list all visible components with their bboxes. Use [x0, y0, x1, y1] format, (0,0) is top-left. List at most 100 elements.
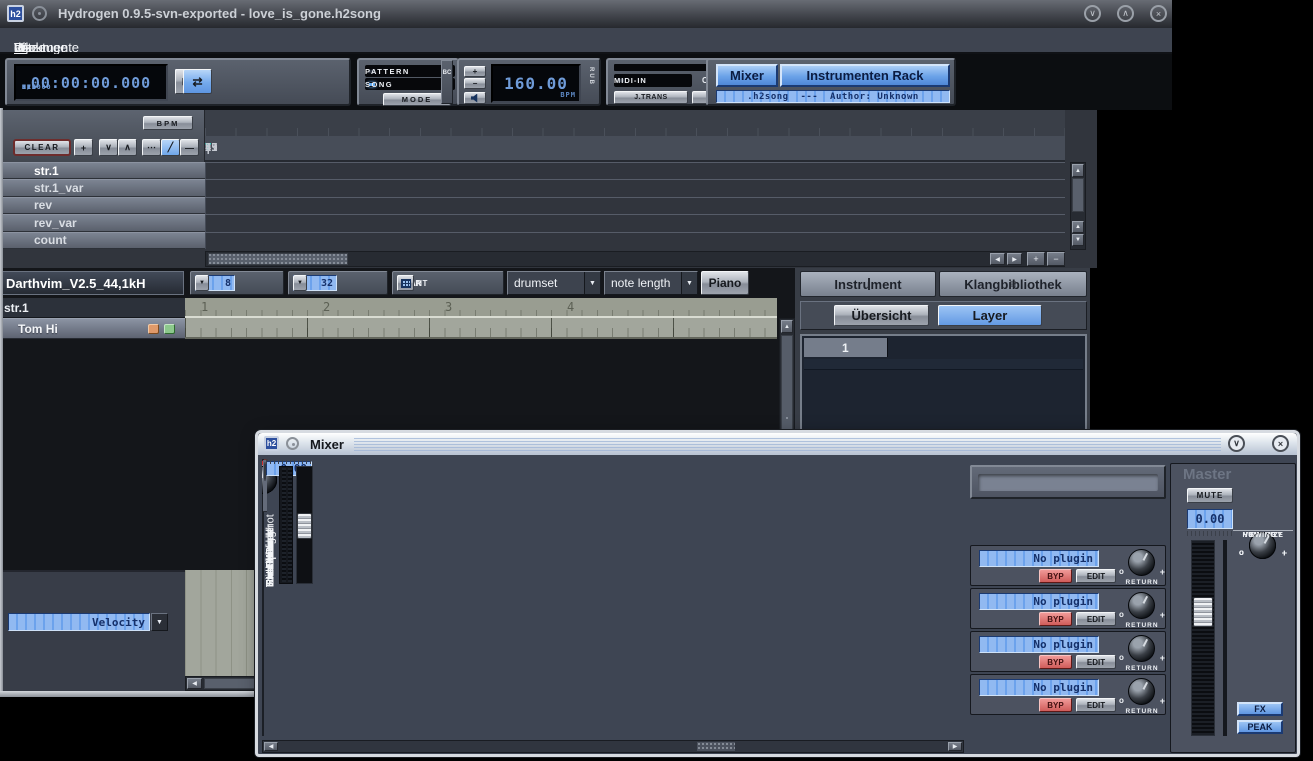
- note-length-dropdown[interactable]: note length ▼: [604, 271, 698, 295]
- song-timeline-ruler[interactable]: 1T|T5|9|13|17|21|25|29|33|T|41|T|49|53|: [205, 136, 1065, 162]
- song-horizontal-scrollbar[interactable]: ◀ ▶ + −: [205, 251, 1065, 267]
- add-pattern-button[interactable]: +: [74, 139, 93, 156]
- scroll-up-button[interactable]: ▲: [1072, 164, 1084, 177]
- layer-header-1[interactable]: 1: [804, 338, 888, 357]
- song-editor: BPM CLEAR + ∨ ∧ ⋯ ╱ — 1T|T5|9|13|17|21|2…: [0, 110, 1097, 268]
- pattern-name-str-1[interactable]: str.1: [0, 162, 205, 179]
- master-mute-button[interactable]: MUTE: [1187, 488, 1233, 503]
- fx-bypass-button[interactable]: BYP: [1039, 698, 1072, 712]
- minimize-button[interactable]: ∨: [1084, 5, 1101, 22]
- pattern-name-rev-var[interactable]: rev_var: [0, 214, 205, 231]
- mixer-horizontal-scrollbar[interactable]: ◀ ▶: [262, 740, 964, 753]
- fx-edit-button[interactable]: EDIT: [1076, 655, 1116, 669]
- scroll-left-button[interactable]: ◀: [990, 253, 1005, 265]
- property-dropdown-button[interactable]: ▼: [151, 613, 168, 631]
- piano-toggle-button[interactable]: Piano: [701, 271, 749, 295]
- song-cell[interactable]: [205, 180, 206, 196]
- beat-counter-strip[interactable]: BC: [441, 60, 453, 104]
- clear-sequence-button[interactable]: CLEAR: [13, 139, 71, 156]
- resolution-dropdown-button[interactable]: ▼: [293, 275, 307, 291]
- layer-button[interactable]: Layer: [938, 305, 1042, 326]
- fx-return-knob[interactable]: [1128, 678, 1155, 705]
- instrument-row-tom-hi[interactable]: Tom Hi: [0, 318, 185, 339]
- fx-bypass-button[interactable]: BYP: [1039, 612, 1072, 626]
- master-fader-knob[interactable]: [1193, 597, 1213, 627]
- strip-fader-knob[interactable]: [297, 513, 312, 539]
- jack-transport-button[interactable]: J.TRANS: [614, 91, 688, 104]
- maximize-button[interactable]: ∧: [1117, 5, 1134, 22]
- fx-edit-button[interactable]: EDIT: [1076, 612, 1116, 626]
- tab-sound-library[interactable]: ≡ Klangbibliothek: [939, 271, 1087, 297]
- bpm-timeline-button[interactable]: BPM: [143, 116, 193, 130]
- scrollbar-handle[interactable]: [208, 253, 348, 265]
- metronome-button[interactable]: [464, 92, 486, 104]
- scroll-right-button[interactable]: ▶: [1007, 253, 1022, 265]
- tab-instrument[interactable]: Instrument: [800, 271, 936, 297]
- draw-mode-button[interactable]: ╱: [161, 139, 180, 156]
- fx-bypass-button[interactable]: BYP: [1039, 655, 1072, 669]
- fx-bypass-button[interactable]: BYP: [1039, 569, 1072, 583]
- bpm-plus-button[interactable]: +: [464, 66, 486, 77]
- pattern-beat-ruler[interactable]: 1234: [185, 298, 777, 318]
- song-cell[interactable]: [205, 198, 206, 214]
- mixer-toggle-button[interactable]: Mixer: [716, 64, 778, 87]
- song-cell[interactable]: [205, 233, 206, 249]
- speaker-icon: [471, 94, 480, 103]
- master-volume-lcd: 0.00: [1187, 509, 1233, 529]
- fx-return-knob[interactable]: [1128, 592, 1155, 619]
- bpm-minus-button[interactable]: −: [464, 78, 486, 89]
- zoom-out-button[interactable]: −: [1047, 252, 1065, 266]
- window-menu-icon[interactable]: [32, 6, 47, 21]
- close-button[interactable]: ×: [1150, 5, 1167, 22]
- input-mode-dropdown[interactable]: drumset ▼: [507, 271, 601, 295]
- song-vertical-scrollbar[interactable]: ▲ ▲ ▼: [1070, 162, 1086, 250]
- scroll-down-button[interactable]: ▼: [1072, 234, 1084, 246]
- close-button[interactable]: ×: [1272, 435, 1289, 452]
- pattern-grid-row-tom-hi[interactable]: [185, 318, 777, 339]
- scroll-up-button[interactable]: ▲: [1072, 221, 1084, 233]
- mixer-titlebar[interactable]: h2 Mixer ∨ ×: [258, 433, 1297, 455]
- zoom-in-button[interactable]: +: [1027, 252, 1045, 266]
- pattern-name-rev[interactable]: rev: [0, 197, 205, 214]
- main-titlebar[interactable]: h2 Hydrogen 0.9.5-svn-exported - love_is…: [0, 0, 1172, 28]
- window-menu-icon[interactable]: [286, 437, 299, 450]
- select-mode-button[interactable]: ⋯: [142, 139, 161, 156]
- scroll-up-button[interactable]: ▲: [781, 320, 793, 333]
- quantize-button[interactable]: [397, 275, 414, 291]
- move-pattern-down-button[interactable]: ∨: [99, 139, 118, 156]
- strip-fader-track[interactable]: [296, 466, 313, 584]
- scroll-left-button[interactable]: ◀: [264, 742, 278, 751]
- loop-button[interactable]: ⇄: [183, 69, 212, 94]
- fx-toggle-button[interactable]: FX: [1237, 702, 1283, 716]
- scroll-left-button[interactable]: ◀: [187, 678, 202, 689]
- chevron-down-icon[interactable]: ▼: [681, 272, 697, 294]
- mixer-window: h2 Mixer ∨ × ▶MSLR0.00Kick▶MSLR0.00Stick…: [255, 430, 1300, 757]
- pattern-name-count[interactable]: count: [0, 232, 205, 249]
- bpm-display: 160.00 BPM: [491, 64, 581, 103]
- master-fader-track[interactable]: [1191, 540, 1215, 736]
- mute-led[interactable]: [148, 324, 159, 334]
- minimize-button[interactable]: ∨: [1228, 435, 1245, 452]
- fx-return-knob[interactable]: [1128, 635, 1155, 662]
- song-cell[interactable]: [205, 215, 206, 231]
- timeline-tag-row[interactable]: [205, 110, 1065, 136]
- fx-edit-button[interactable]: EDIT: [1076, 569, 1116, 583]
- solo-led[interactable]: [164, 324, 175, 334]
- return-label: RETURN: [1119, 708, 1165, 715]
- move-pattern-up-button[interactable]: ∧: [118, 139, 137, 156]
- scrollbar-handle[interactable]: [781, 335, 793, 443]
- size-dropdown-button[interactable]: ▼: [195, 275, 209, 291]
- delete-mode-button[interactable]: —: [180, 139, 199, 156]
- scrollbar-handle[interactable]: [697, 742, 735, 751]
- timeline-mark[interactable]: |: [205, 142, 211, 154]
- scrollbar-handle[interactable]: [1072, 178, 1084, 212]
- overview-button[interactable]: Übersicht: [834, 305, 929, 326]
- scroll-right-button[interactable]: ▶: [948, 742, 962, 751]
- chevron-down-icon[interactable]: ▼: [584, 272, 600, 294]
- fx-return-knob[interactable]: [1128, 549, 1155, 576]
- peak-toggle-button[interactable]: PEAK: [1237, 720, 1283, 734]
- pattern-name-str-1-var[interactable]: str.1_var: [0, 179, 205, 196]
- instrument-rack-toggle-button[interactable]: Instrumenten Rack: [780, 64, 950, 87]
- song-cell[interactable]: [205, 163, 206, 179]
- fx-edit-button[interactable]: EDIT: [1076, 698, 1116, 712]
